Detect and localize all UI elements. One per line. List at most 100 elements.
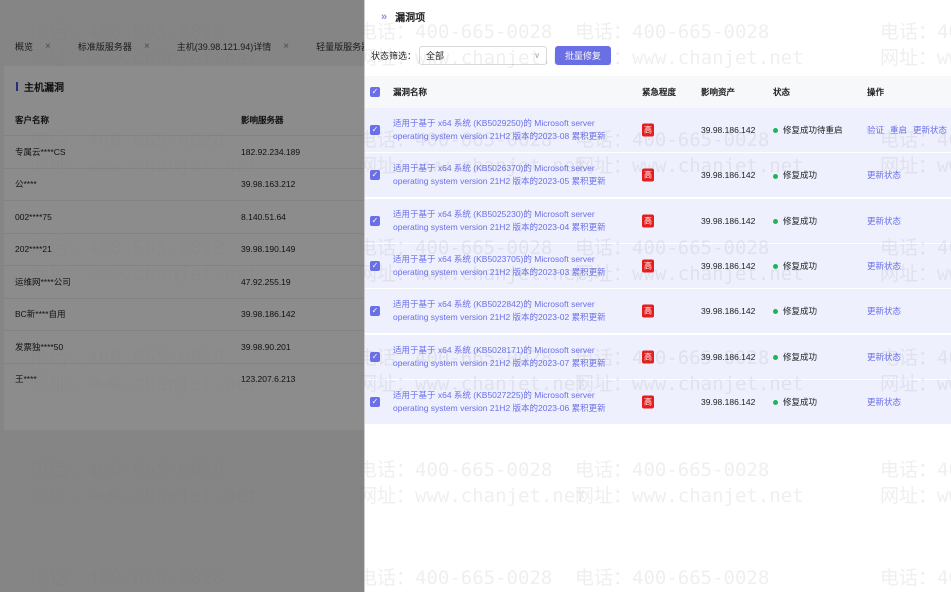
row-checkbox[interactable]: ✓ bbox=[370, 351, 380, 362]
vuln-name-link[interactable]: 适用于基于 x64 系统 (KB5023705)的 Microsoft serv… bbox=[393, 253, 633, 279]
actions-cell: 更新状态 bbox=[867, 396, 907, 408]
status-cell: 修复成功 bbox=[773, 215, 817, 227]
asset-ip: 39.98.186.142 bbox=[701, 170, 756, 181]
table-row: ✓ 适用于基于 x64 系统 (KB5029250)的 Microsoft se… bbox=[365, 108, 951, 153]
chevron-down-icon: ∨ bbox=[534, 51, 541, 60]
action-link[interactable]: 更新状态 bbox=[867, 216, 901, 226]
severity-badge: 高 bbox=[642, 214, 654, 228]
asset-ip: 39.98.186.142 bbox=[701, 260, 756, 271]
vuln-name-link[interactable]: 适用于基于 x64 系统 (KB5029250)的 Microsoft serv… bbox=[393, 117, 633, 143]
status-dot-icon bbox=[773, 128, 778, 134]
action-link[interactable]: 更新状态 bbox=[867, 397, 901, 407]
action-link[interactable]: 更新状态 bbox=[867, 261, 901, 271]
actions-cell: 更新状态 bbox=[867, 305, 907, 317]
vuln-name-link[interactable]: 适用于基于 x64 系统 (KB5026370)的 Microsoft serv… bbox=[393, 162, 633, 188]
row-checkbox[interactable]: ✓ bbox=[370, 125, 380, 135]
table-row: ✓ 适用于基于 x64 系统 (KB5028171)的 Microsoft se… bbox=[365, 334, 951, 380]
row-checkbox[interactable]: ✓ bbox=[370, 396, 380, 407]
table-row: ✓ 适用于基于 x64 系统 (KB5022842)的 Microsoft se… bbox=[365, 289, 951, 335]
vuln-name-line2: operating system version 21H2 版本的2023-06… bbox=[393, 402, 606, 413]
severity-badge: 高 bbox=[642, 395, 654, 409]
row-checkbox[interactable]: ✓ bbox=[370, 306, 380, 317]
vuln-name-line2: operating system version 21H2 版本的2023-07… bbox=[393, 357, 606, 368]
header-name: 漏洞名称 bbox=[393, 87, 428, 97]
table-row: ✓ 适用于基于 x64 系统 (KB5025230)的 Microsoft se… bbox=[365, 198, 951, 244]
vuln-name-line2: operating system version 21H2 版本的2023-03… bbox=[393, 266, 606, 277]
vuln-name-link[interactable]: 适用于基于 x64 系统 (KB5025230)的 Microsoft serv… bbox=[393, 208, 633, 234]
status-cell: 修复成功 bbox=[773, 351, 817, 363]
status-cell: 修复成功 bbox=[773, 396, 817, 408]
actions-cell: 更新状态 bbox=[867, 169, 907, 181]
table-row: ✓ 适用于基于 x64 系统 (KB5026370)的 Microsoft se… bbox=[365, 153, 951, 199]
drawer-header: » 漏洞项 bbox=[381, 9, 426, 25]
status-dot-icon bbox=[773, 400, 778, 406]
status-text: 修复成功 bbox=[783, 306, 818, 317]
status-dot-icon bbox=[773, 218, 778, 224]
row-checkbox[interactable]: ✓ bbox=[370, 170, 380, 181]
vuln-name-line1: 适用于基于 x64 系统 (KB5023705)的 Microsoft serv… bbox=[393, 253, 595, 264]
header-asset: 影响资产 bbox=[701, 87, 736, 97]
action-link[interactable]: 更新状态 bbox=[867, 306, 901, 316]
table-row: ✓ 适用于基于 x64 系统 (KB5023705)的 Microsoft se… bbox=[365, 243, 951, 289]
severity-badge: 高 bbox=[642, 123, 654, 137]
vuln-name-line1: 适用于基于 x64 系统 (KB5022842)的 Microsoft serv… bbox=[393, 299, 595, 310]
vuln-name-line2: operating system version 21H2 版本的2023-05… bbox=[393, 176, 606, 187]
vuln-name-line1: 适用于基于 x64 系统 (KB5025230)的 Microsoft serv… bbox=[393, 208, 595, 219]
status-dot-icon bbox=[773, 309, 778, 315]
status-text: 修复成功 bbox=[783, 260, 818, 271]
status-cell: 修复成功 bbox=[773, 305, 817, 317]
status-text: 修复成功 bbox=[783, 215, 818, 226]
status-filter: 状态筛选： 全部 ∨ 批量修复 bbox=[371, 46, 612, 65]
vuln-name-link[interactable]: 适用于基于 x64 系统 (KB5027225)的 Microsoft serv… bbox=[393, 389, 633, 415]
filter-label: 状态筛选： bbox=[371, 51, 417, 61]
row-checkbox[interactable]: ✓ bbox=[370, 215, 380, 226]
row-checkbox[interactable]: ✓ bbox=[370, 260, 380, 271]
vuln-name-line2: operating system version 21H2 版本的2023-02… bbox=[393, 312, 606, 323]
severity-badge: 高 bbox=[642, 259, 654, 273]
action-link[interactable]: 重启 bbox=[890, 125, 907, 135]
asset-ip: 39.98.186.142 bbox=[701, 125, 756, 135]
table-header: ✓ 漏洞名称 紧急程度 影响资产 状态 操作 bbox=[365, 76, 951, 108]
asset-ip: 39.98.186.142 bbox=[701, 215, 756, 226]
vuln-name-link[interactable]: 适用于基于 x64 系统 (KB5028171)的 Microsoft serv… bbox=[393, 344, 633, 370]
vuln-name-line2: operating system version 21H2 版本的2023-08… bbox=[393, 131, 606, 141]
status-cell: 修复成功 bbox=[773, 260, 817, 272]
action-link[interactable]: 更新状态 bbox=[867, 352, 901, 362]
asset-ip: 39.98.186.142 bbox=[701, 351, 756, 362]
status-text: 修复成功 bbox=[783, 170, 818, 181]
actions-cell: 更新状态 bbox=[867, 260, 907, 272]
vuln-name-link[interactable]: 适用于基于 x64 系统 (KB5022842)的 Microsoft serv… bbox=[393, 298, 633, 324]
severity-badge: 高 bbox=[642, 350, 654, 363]
status-dot-icon bbox=[773, 173, 778, 179]
status-cell: 修复成功待重启 bbox=[773, 124, 843, 136]
select-value: 全部 bbox=[426, 51, 445, 61]
status-text: 修复成功 bbox=[783, 396, 818, 407]
collapse-chevron-icon[interactable]: » bbox=[381, 11, 387, 23]
action-link[interactable]: 更新状态 bbox=[867, 170, 901, 180]
status-text: 修复成功 bbox=[783, 351, 818, 362]
status-dot-icon bbox=[773, 264, 778, 270]
drawer-title: 漏洞项 bbox=[395, 13, 426, 24]
batch-fix-button[interactable]: 批量修复 bbox=[555, 46, 612, 65]
actions-cell: 验证 重启 更新状态 bbox=[867, 124, 951, 136]
status-dot-icon bbox=[773, 354, 778, 360]
vuln-name-line1: 适用于基于 x64 系统 (KB5027225)的 Microsoft serv… bbox=[393, 389, 595, 400]
vuln-name-line1: 适用于基于 x64 系统 (KB5026370)的 Microsoft serv… bbox=[393, 163, 595, 174]
status-text: 修复成功待重启 bbox=[783, 125, 843, 135]
vuln-name-line1: 适用于基于 x64 系统 (KB5028171)的 Microsoft serv… bbox=[393, 344, 595, 355]
status-cell: 修复成功 bbox=[773, 169, 817, 181]
severity-badge: 高 bbox=[642, 168, 654, 182]
status-select[interactable]: 全部 ∨ bbox=[419, 46, 548, 65]
asset-ip: 39.98.186.142 bbox=[701, 306, 756, 317]
actions-cell: 更新状态 bbox=[867, 351, 907, 363]
asset-ip: 39.98.186.142 bbox=[701, 396, 756, 407]
header-level: 紧急程度 bbox=[642, 87, 677, 97]
vuln-name-line1: 适用于基于 x64 系统 (KB5029250)的 Microsoft serv… bbox=[393, 118, 595, 128]
severity-badge: 高 bbox=[642, 304, 654, 318]
action-link[interactable]: 更新状态 bbox=[913, 125, 947, 135]
action-link[interactable]: 验证 bbox=[867, 125, 884, 135]
header-status: 状态 bbox=[773, 87, 791, 97]
select-all-checkbox[interactable]: ✓ bbox=[370, 87, 380, 97]
vuln-drawer: » 漏洞项 状态筛选： 全部 ∨ 批量修复 ✓ 漏洞名称 紧急程度 影响资产 状态 … bbox=[364, 0, 951, 592]
actions-cell: 更新状态 bbox=[867, 215, 907, 227]
